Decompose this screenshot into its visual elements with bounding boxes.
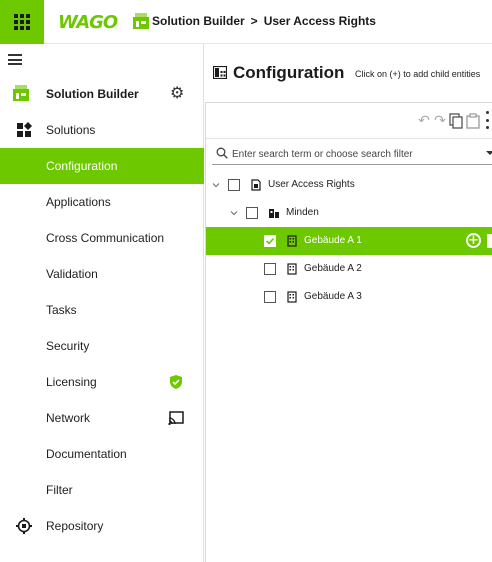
tree-checkbox[interactable] — [264, 235, 276, 247]
chevron-down-icon[interactable] — [230, 209, 238, 217]
sidebar-item-label: Security — [46, 339, 90, 353]
sidebar-item-label: Solutions — [46, 123, 96, 137]
tree-node-label: User Access Rights — [268, 179, 355, 190]
search-field — [212, 143, 492, 165]
sidebar-item-label: Configuration — [46, 159, 118, 173]
tree-checkbox[interactable] — [228, 179, 240, 191]
tree-row-gebaude-a2[interactable]: Gebäude A 2 — [206, 255, 492, 283]
page-hint: Click on (+) to add child entities — [355, 69, 481, 79]
shield-check-icon — [170, 375, 182, 389]
row-action-icon[interactable] — [487, 234, 492, 248]
sidebar-item-solutions[interactable]: Solutions — [0, 112, 204, 148]
solutions-icon — [17, 122, 32, 137]
sidebar-item-label: Repository — [46, 519, 104, 533]
main-panel: Configuration Click on (+) to add child … — [205, 44, 492, 562]
search-icon — [216, 147, 228, 159]
sidebar-item-validation[interactable]: Validation — [0, 256, 204, 292]
sidebar-item-label: Documentation — [46, 447, 127, 461]
tree-row-user-access-rights[interactable]: User Access Rights — [206, 171, 492, 199]
repository-icon — [16, 518, 32, 534]
device-icon — [287, 263, 297, 275]
page-header: Configuration Click on (+) to add child … — [205, 58, 492, 90]
tree-panel: ↶ ↷ Enter search term or choose search f… — [205, 102, 492, 562]
tree-node-label: Gebäude A 2 — [304, 263, 362, 274]
sidebar-item-label: Validation — [46, 267, 98, 281]
tree-row-gebaude-a1[interactable]: Gebäude A 1 + — [206, 227, 492, 255]
sidebar-item-label: Cross Communication — [46, 231, 165, 245]
chevron-down-icon[interactable] — [212, 181, 220, 189]
top-bar: WAGO Solution Builder > User Access Rights — [0, 0, 492, 44]
add-child-icon[interactable]: + — [466, 233, 481, 248]
tree-checkbox[interactable] — [264, 291, 276, 303]
tree-checkbox[interactable] — [264, 263, 276, 275]
tree-checkbox[interactable] — [246, 207, 258, 219]
breadcrumb-item-solution-builder[interactable]: Solution Builder — [152, 14, 245, 28]
page-title: Configuration — [233, 63, 345, 82]
search-input[interactable] — [232, 145, 472, 163]
solution-builder-icon — [13, 85, 29, 101]
sidebar: Solution Builder ⚙ Solutions Configurati… — [0, 44, 204, 562]
sidebar-item-label: Filter — [46, 483, 73, 497]
tree-toolbar: ↶ ↷ — [206, 103, 492, 139]
sidebar-item-filter[interactable]: Filter — [0, 472, 204, 508]
breadcrumb-item-user-access-rights[interactable]: User Access Rights — [264, 14, 376, 28]
tree-row-gebaude-a3[interactable]: Gebäude A 3 — [206, 283, 492, 311]
sidebar-item-label: Applications — [46, 195, 111, 209]
document-icon — [251, 179, 261, 191]
cast-icon — [168, 411, 184, 425]
undo-icon[interactable]: ↶ — [416, 113, 432, 129]
sidebar-item-documentation[interactable]: Documentation — [0, 436, 204, 472]
sidebar-item-network[interactable]: Network — [0, 400, 204, 436]
tree-node-label: Minden — [286, 207, 319, 218]
gear-icon[interactable]: ⚙ — [170, 83, 184, 102]
chevron-down-icon[interactable] — [486, 151, 492, 155]
redo-icon[interactable]: ↷ — [432, 113, 448, 129]
breadcrumb-separator: > — [250, 14, 258, 28]
more-icon[interactable] — [482, 111, 492, 129]
check-icon — [265, 237, 275, 245]
sidebar-item-repository[interactable]: Repository — [0, 508, 204, 544]
sidebar-header: Solution Builder ⚙ — [0, 80, 204, 106]
sidebar-item-label: Network — [46, 411, 91, 425]
tree-node-label: Gebäude A 1 — [304, 235, 362, 246]
grid-icon — [14, 14, 30, 30]
sidebar-item-security[interactable]: Security — [0, 328, 204, 364]
sidebar-item-licensing[interactable]: Licensing — [0, 364, 204, 400]
breadcrumb: Solution Builder > User Access Rights — [152, 14, 376, 28]
device-icon — [287, 291, 297, 303]
paste-icon[interactable] — [465, 113, 481, 129]
sidebar-item-tasks[interactable]: Tasks — [0, 292, 204, 328]
sidebar-item-configuration[interactable]: Configuration — [0, 148, 204, 184]
copy-icon[interactable] — [448, 113, 464, 129]
building-icon — [269, 209, 279, 218]
sidebar-item-label: Licensing — [46, 375, 97, 389]
sidebar-item-label: Tasks — [46, 303, 77, 317]
tree-node-label: Gebäude A 3 — [304, 291, 362, 302]
tree-row-minden[interactable]: Minden — [206, 199, 492, 227]
sidebar-item-cross-communication[interactable]: Cross Communication — [0, 220, 204, 256]
app-launcher-button[interactable] — [0, 0, 44, 44]
sidebar-title: Solution Builder — [46, 87, 139, 101]
menu-icon[interactable] — [8, 54, 22, 65]
sidebar-item-applications[interactable]: Applications — [0, 184, 204, 220]
device-icon — [287, 235, 297, 247]
solution-builder-icon — [133, 13, 149, 29]
wago-logo: WAGO — [58, 12, 118, 33]
configuration-icon — [213, 66, 227, 79]
